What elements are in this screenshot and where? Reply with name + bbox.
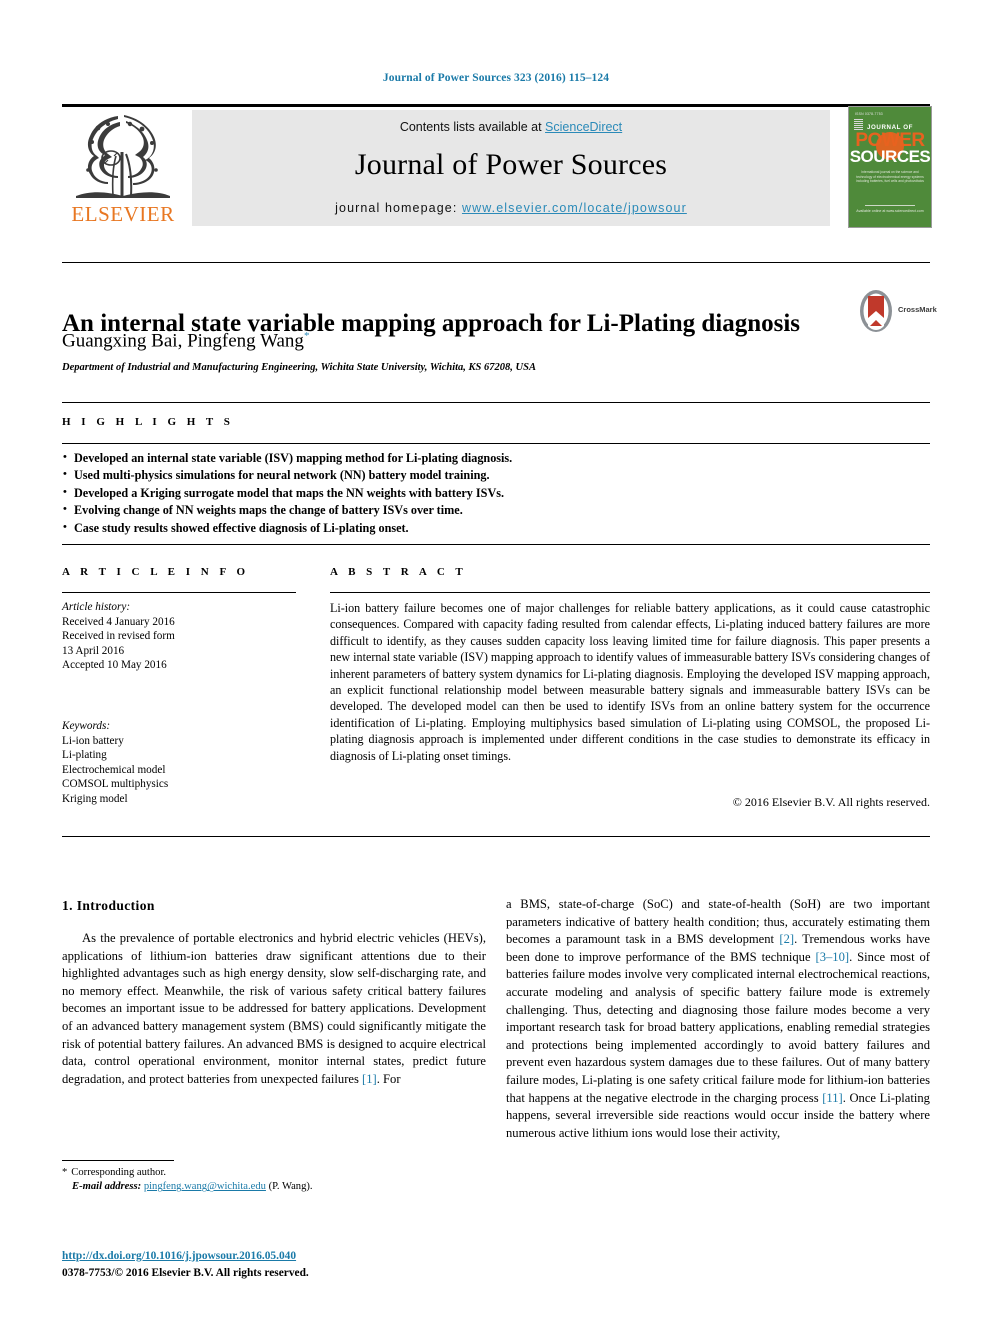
paper-page: Journal of Power Sources 323 (2016) 115–… <box>0 0 992 1323</box>
article-history-item: 13 April 2016 <box>62 644 125 657</box>
title-top-rule <box>62 262 930 263</box>
article-history-item: Received in revised form <box>62 630 175 643</box>
list-item: Evolving change of NN weights maps the c… <box>62 501 930 519</box>
paragraph-text: As the prevalence of portable electronic… <box>62 931 486 1086</box>
masthead-top-rule <box>62 104 930 107</box>
contents-prefix: Contents lists available at <box>399 120 546 134</box>
highlights-header: H I G H L I G H T S <box>62 416 234 428</box>
list-item: Case study results showed effective diag… <box>62 519 930 537</box>
highlights-mid-rule <box>62 443 930 444</box>
section-title-introduction: 1. Introduction <box>62 898 155 913</box>
doi-link[interactable]: http://dx.doi.org/10.1016/j.jpowsour.201… <box>62 1250 296 1262</box>
email-suffix: (P. Wang). <box>265 1181 313 1193</box>
abstract-rule <box>330 592 930 593</box>
paragraph-text: . Since most of batteries failure modes … <box>506 949 930 1105</box>
paragraph-text-tail: . For <box>376 1071 401 1086</box>
masthead-panel: Contents lists available at ScienceDirec… <box>192 110 830 226</box>
list-item: Developed an internal state variable (IS… <box>62 449 930 467</box>
paragraph: a BMS, state-of-charge (SoC) and state-o… <box>506 896 930 1142</box>
crossmark-label: CrossMark <box>898 305 937 314</box>
highlights-bottom-rule <box>62 544 930 545</box>
keyword-item: Electrochemical model <box>62 763 166 776</box>
elsevier-tree-icon <box>68 112 178 200</box>
issn-copyright-line: 0378-7753/© 2016 Elsevier B.V. All right… <box>62 1267 309 1279</box>
article-info-column: Article history: Received 4 January 2016… <box>62 600 312 807</box>
author-names: Guangxing Bai, Pingfeng Wang <box>62 330 304 352</box>
article-history-block: Article history: Received 4 January 2016… <box>62 600 312 673</box>
sciencedirect-link[interactable]: ScienceDirect <box>545 120 622 134</box>
email-label: E-mail address: <box>72 1181 142 1193</box>
article-info-rule <box>62 592 296 593</box>
corresponding-author-label: Corresponding author. <box>71 1167 167 1178</box>
journal-masthead: ELSEVIER Contents lists available at Sci… <box>62 104 932 228</box>
contents-line: Contents lists available at ScienceDirec… <box>192 120 830 134</box>
keyword-item: COMSOL multiphysics <box>62 778 169 791</box>
cover-blurb-text: International journal on the science and… <box>856 170 924 184</box>
keyword-item: Kriging model <box>62 792 128 805</box>
body-column-right: a BMS, state-of-charge (SoC) and state-o… <box>506 896 930 1142</box>
list-item: Used multi-physics simulations for neura… <box>62 466 930 484</box>
keyword-item: Li-ion battery <box>62 734 124 747</box>
abstract-bottom-rule <box>62 836 930 837</box>
corresponding-author-marker: * <box>303 330 310 342</box>
article-history-item: Accepted 10 May 2016 <box>62 659 167 672</box>
affiliation: Department of Industrial and Manufacturi… <box>62 362 536 373</box>
footnote-star-marker: * <box>62 1167 68 1178</box>
email-note: E-mail address: pingfeng.wang@wichita.ed… <box>62 1180 486 1194</box>
elsevier-wordmark: ELSEVIER <box>71 202 175 226</box>
journal-homepage-line: journal homepage: www.elsevier.com/locat… <box>192 201 830 215</box>
keywords-block: Keywords: Li-ion battery Li-plating Elec… <box>62 719 312 807</box>
list-item: Developed a Kriging surrogate model that… <box>62 484 930 502</box>
paragraph: As the prevalence of portable electronic… <box>62 930 486 1088</box>
keyword-item: Li-plating <box>62 749 107 762</box>
cover-sources-text: SOURCES <box>849 147 931 166</box>
body-column-left: As the prevalence of portable electronic… <box>62 930 486 1088</box>
footnote-block: * Corresponding author. E-mail address: p… <box>62 1166 486 1195</box>
abstract-text: Li-ion battery failure becomes one of ma… <box>330 601 930 763</box>
author-list: Guangxing Bai, Pingfeng Wang* <box>62 330 822 352</box>
email-link[interactable]: pingfeng.wang@wichita.edu <box>144 1181 266 1192</box>
cover-issn-text: ISSN 0378-7753 <box>855 112 883 116</box>
cover-bottom-text: Available online at www.sciencedirect.co… <box>856 209 924 213</box>
elsevier-logo: ELSEVIER <box>62 110 184 228</box>
citation-link[interactable]: [3–10] <box>816 950 850 964</box>
journal-title: Journal of Power Sources <box>354 148 668 181</box>
article-history-item: Received 4 January 2016 <box>62 615 175 628</box>
highlights-top-rule <box>62 402 930 403</box>
journal-homepage-link[interactable]: www.elsevier.com/locate/jpowsour <box>462 201 687 215</box>
homepage-prefix: journal homepage: <box>335 201 462 215</box>
citation-link[interactable]: [2] <box>779 932 794 946</box>
cover-divider <box>865 205 915 206</box>
highlights-list: Developed an internal state variable (IS… <box>62 449 930 537</box>
citation-link[interactable]: [1] <box>362 1072 377 1086</box>
keywords-label: Keywords: <box>62 719 111 732</box>
article-info-header: A R T I C L E I N F O <box>62 566 250 578</box>
abstract-header: A B S T R A C T <box>330 566 467 578</box>
footnote-rule <box>62 1160 174 1161</box>
article-history-label: Article history: <box>62 601 131 613</box>
corresponding-author-note: * Corresponding author. <box>62 1166 486 1180</box>
citation-link[interactable]: [11] <box>822 1091 843 1105</box>
crossmark-badge[interactable]: CrossMark <box>858 288 937 334</box>
running-head: Journal of Power Sources 323 (2016) 115–… <box>382 72 610 84</box>
journal-cover-thumbnail[interactable]: ISSN 0378-7753 JOURNAL OF POWER SOURCES … <box>848 106 932 228</box>
abstract-copyright: © 2016 Elsevier B.V. All rights reserved… <box>732 795 930 809</box>
